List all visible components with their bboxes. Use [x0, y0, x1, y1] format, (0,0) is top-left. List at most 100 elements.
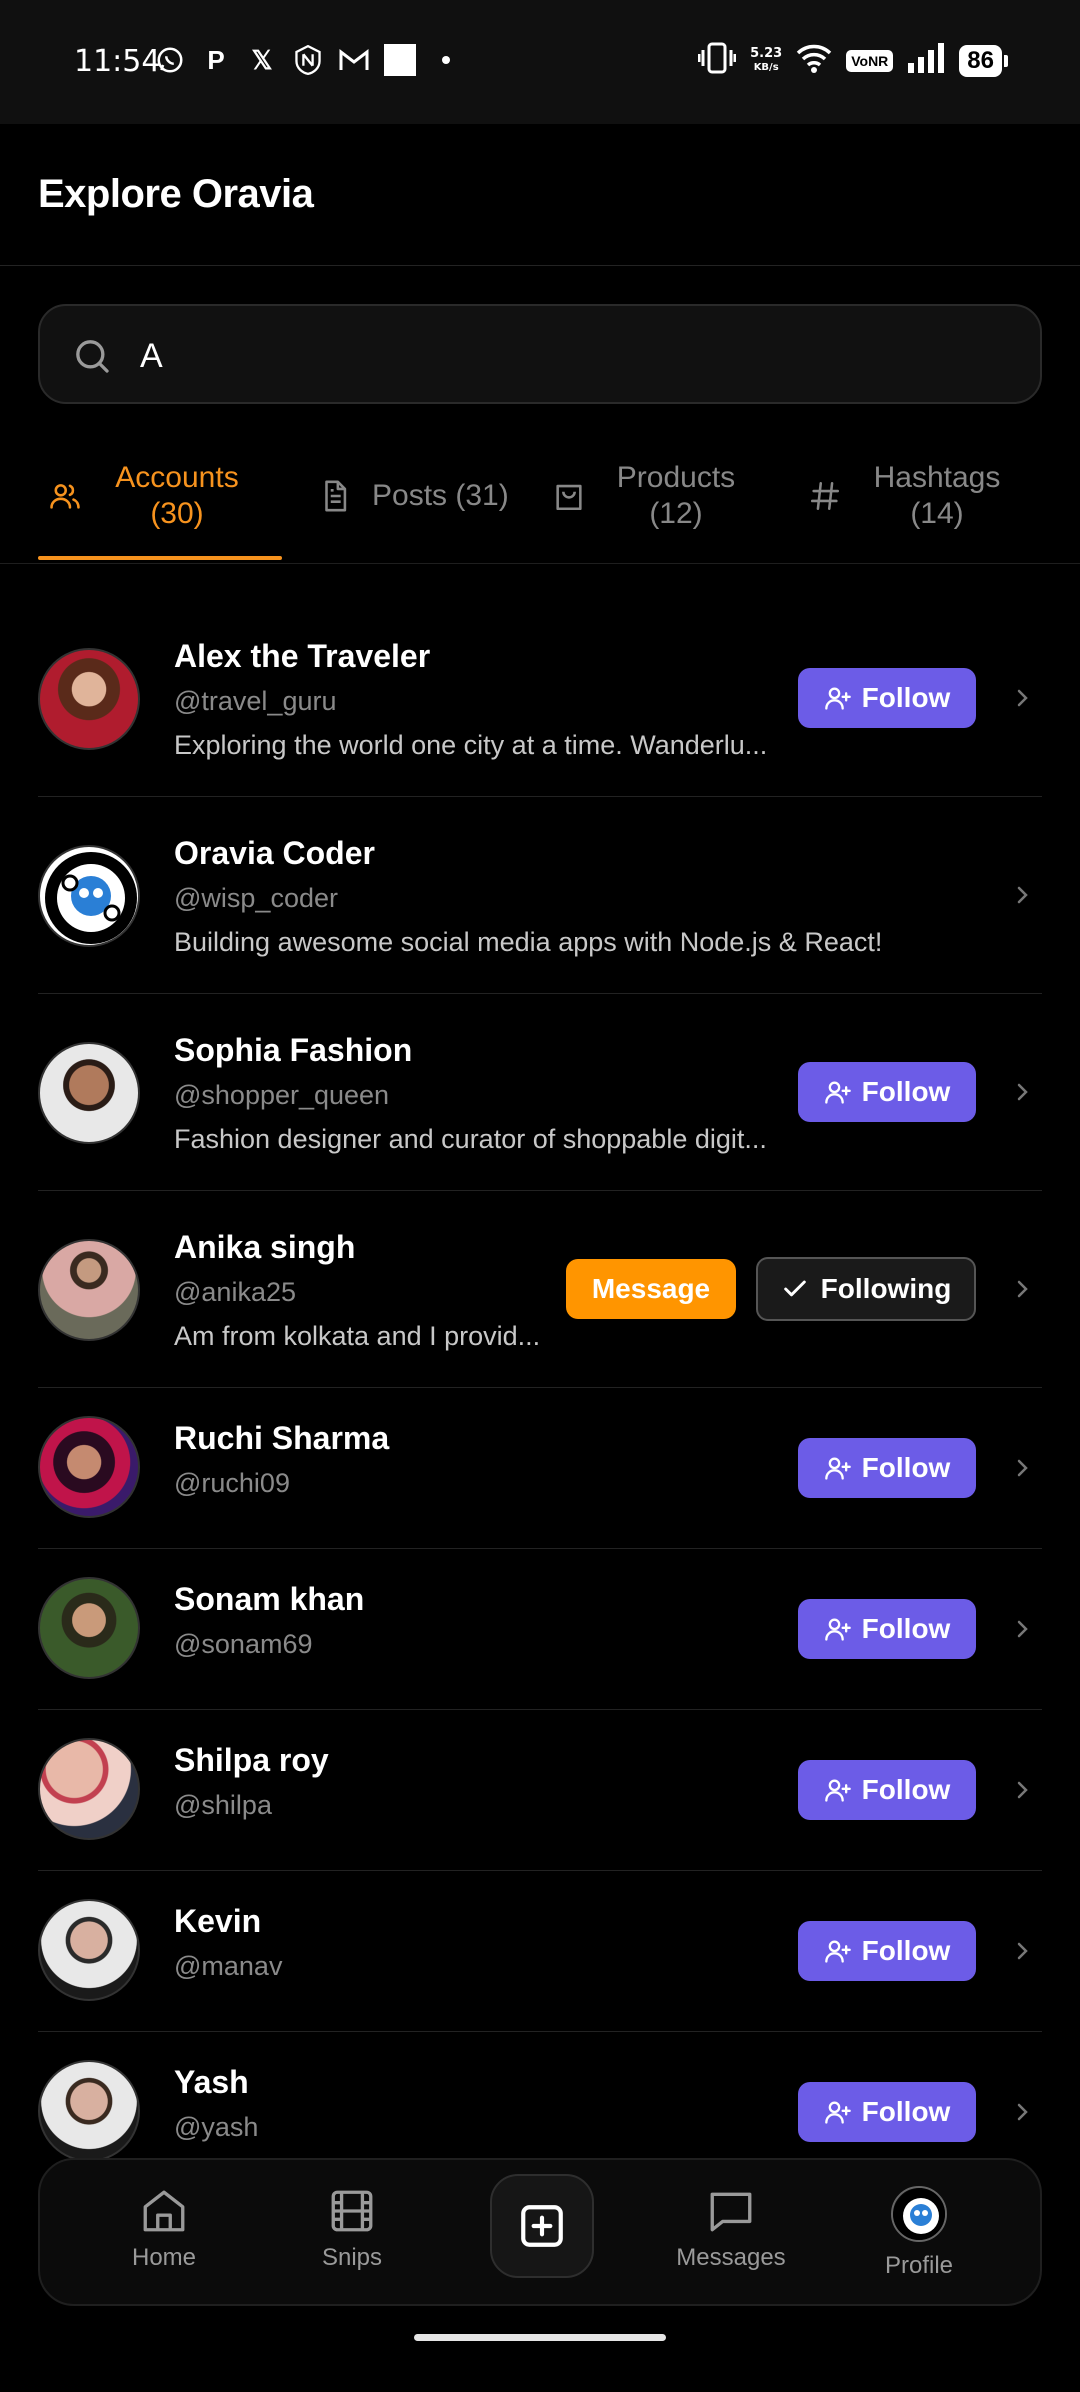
avatar — [38, 1577, 140, 1679]
follow-button[interactable]: Follow — [798, 668, 976, 728]
bottom-navigation: Home Snips Messages Profile — [38, 2158, 1042, 2306]
profile-avatar — [891, 2186, 947, 2242]
signal-icon — [907, 43, 945, 78]
nav-snips[interactable]: Snips — [277, 2186, 427, 2272]
nav-messages-label: Messages — [676, 2244, 786, 2271]
system-nav-bar — [0, 2336, 1080, 2392]
home-indicator[interactable] — [414, 2334, 666, 2341]
list-item[interactable]: Anika singh @anika25 Am from kolkata and… — [38, 1191, 1042, 1388]
account-handle: @shopper_queen — [174, 1080, 390, 1110]
list-item[interactable]: Sophia Fashion @shopper_queen Fashion de… — [38, 994, 1042, 1191]
account-handle: @manav — [174, 1951, 283, 1981]
account-handle: @travel_guru — [174, 686, 337, 716]
follow-button[interactable]: Follow — [798, 1921, 976, 1981]
account-handle: @anika25 — [174, 1277, 296, 1307]
avatar — [38, 1738, 140, 1840]
chevron-right-icon[interactable] — [1010, 1080, 1034, 1104]
net-speed: 5.23 KB/s — [750, 46, 782, 75]
follow-label: Follow — [861, 2096, 951, 2127]
search-bar[interactable] — [38, 304, 1042, 404]
chevron-right-icon[interactable] — [1010, 1617, 1034, 1641]
follow-label: Follow — [861, 1774, 951, 1805]
app-header: Explore Oravia — [0, 124, 1080, 266]
nav-profile-label: Profile — [884, 2252, 954, 2279]
nav-snips-label: Snips — [321, 2244, 383, 2271]
list-item[interactable]: Kevin @manav Follow — [38, 1871, 1042, 2032]
tab-accounts[interactable]: Accounts (30) — [38, 440, 282, 560]
tab-accounts-count: (30) — [150, 497, 204, 530]
create-post-button[interactable] — [490, 2174, 594, 2278]
message-button[interactable]: Message — [566, 1259, 736, 1319]
bag-icon — [556, 484, 582, 511]
avatar — [38, 2060, 140, 2162]
battery-indicator: 86 — [959, 44, 1008, 77]
list-item[interactable]: Sonam khan @sonam69 Follow — [38, 1549, 1042, 1710]
page-title: Explore Oravia — [38, 172, 314, 216]
user-plus-icon — [824, 1457, 851, 1480]
account-handle: @ruchi09 — [174, 1468, 290, 1498]
list-item[interactable]: Oravia Coder @wisp_coder Building awesom… — [38, 797, 1042, 994]
user-plus-icon — [824, 1779, 851, 1802]
home-icon — [143, 2190, 185, 2232]
status-time: 11:54 — [74, 44, 161, 79]
chevron-right-icon[interactable] — [1010, 2100, 1034, 2124]
document-icon — [325, 480, 347, 512]
chevron-right-icon[interactable] — [1010, 686, 1034, 710]
follow-button[interactable]: Follow — [798, 1599, 976, 1659]
account-name: Sonam khan — [174, 1581, 365, 1617]
following-label: Following — [820, 1273, 952, 1304]
nav-profile[interactable]: Profile — [844, 2186, 994, 2280]
account-bio: Am from kolkata and I provid... — [174, 1321, 541, 1351]
avatar — [38, 1416, 140, 1518]
avatar — [38, 1042, 140, 1144]
follow-button[interactable]: Follow — [798, 1760, 976, 1820]
tab-posts[interactable]: Posts (31) — [318, 440, 509, 552]
list-item[interactable]: Ruchi Sharma @ruchi09 Follow — [38, 1388, 1042, 1549]
nav-home-label: Home — [131, 2244, 197, 2271]
user-plus-icon — [824, 687, 851, 710]
follow-label: Follow — [861, 682, 951, 713]
account-handle: @shilpa — [174, 1790, 272, 1820]
chevron-right-icon[interactable] — [1010, 1277, 1034, 1301]
account-name: Alex the Traveler — [174, 638, 431, 674]
follow-button[interactable]: Follow — [798, 2082, 976, 2142]
account-name: Oravia Coder — [174, 835, 375, 871]
account-bio: Building awesome social media apps with … — [174, 927, 883, 957]
nav-messages[interactable]: Messages — [656, 2186, 806, 2272]
tab-hashtags-label: Hashtags — [873, 461, 1001, 494]
tab-posts-label: Posts (31) — [372, 479, 509, 512]
chevron-right-icon[interactable] — [1010, 1778, 1034, 1802]
tab-hashtags-count: (14) — [910, 497, 964, 530]
status-bar: 11:54 P 𝕏 5.23 KB/s VoNR 86 — [0, 0, 1080, 124]
explore-tabs: Accounts (30) Posts (31) Products (12) H… — [0, 440, 1080, 564]
tab-products[interactable]: Products (12) — [552, 440, 746, 552]
follow-button[interactable]: Follow — [798, 1438, 976, 1498]
chevron-right-icon[interactable] — [1010, 883, 1034, 907]
wifi-icon — [796, 43, 832, 78]
net-speed-unit: KB/s — [753, 61, 779, 73]
search-icon — [76, 340, 109, 373]
nav-home[interactable]: Home — [89, 2186, 239, 2272]
list-item[interactable]: Alex the Traveler @travel_guru Exploring… — [38, 600, 1042, 797]
list-item[interactable]: Shilpa roy @shilpa Follow — [38, 1710, 1042, 1871]
shield-app-icon — [292, 44, 324, 76]
gmail-icon — [338, 44, 370, 76]
chevron-right-icon[interactable] — [1010, 1456, 1034, 1480]
dot-icon — [430, 44, 462, 76]
account-bio: Fashion designer and curator of shoppabl… — [174, 1124, 767, 1154]
tab-accounts-label: Accounts — [115, 461, 239, 494]
follow-label: Follow — [861, 1076, 951, 1107]
check-icon — [783, 1280, 806, 1297]
search-input[interactable] — [140, 328, 1000, 384]
user-plus-icon — [824, 1940, 851, 1963]
message-icon — [710, 2192, 752, 2232]
following-button[interactable]: Following — [756, 1257, 976, 1321]
vonr-badge: VoNR — [846, 49, 894, 72]
tab-hashtags[interactable]: Hashtags (14) — [808, 440, 1012, 552]
film-icon — [331, 2190, 373, 2232]
follow-label: Follow — [861, 1613, 951, 1644]
follow-button[interactable]: Follow — [798, 1062, 976, 1122]
account-handle: @sonam69 — [174, 1629, 313, 1659]
vibrate-icon — [697, 42, 737, 79]
chevron-right-icon[interactable] — [1010, 1939, 1034, 1963]
